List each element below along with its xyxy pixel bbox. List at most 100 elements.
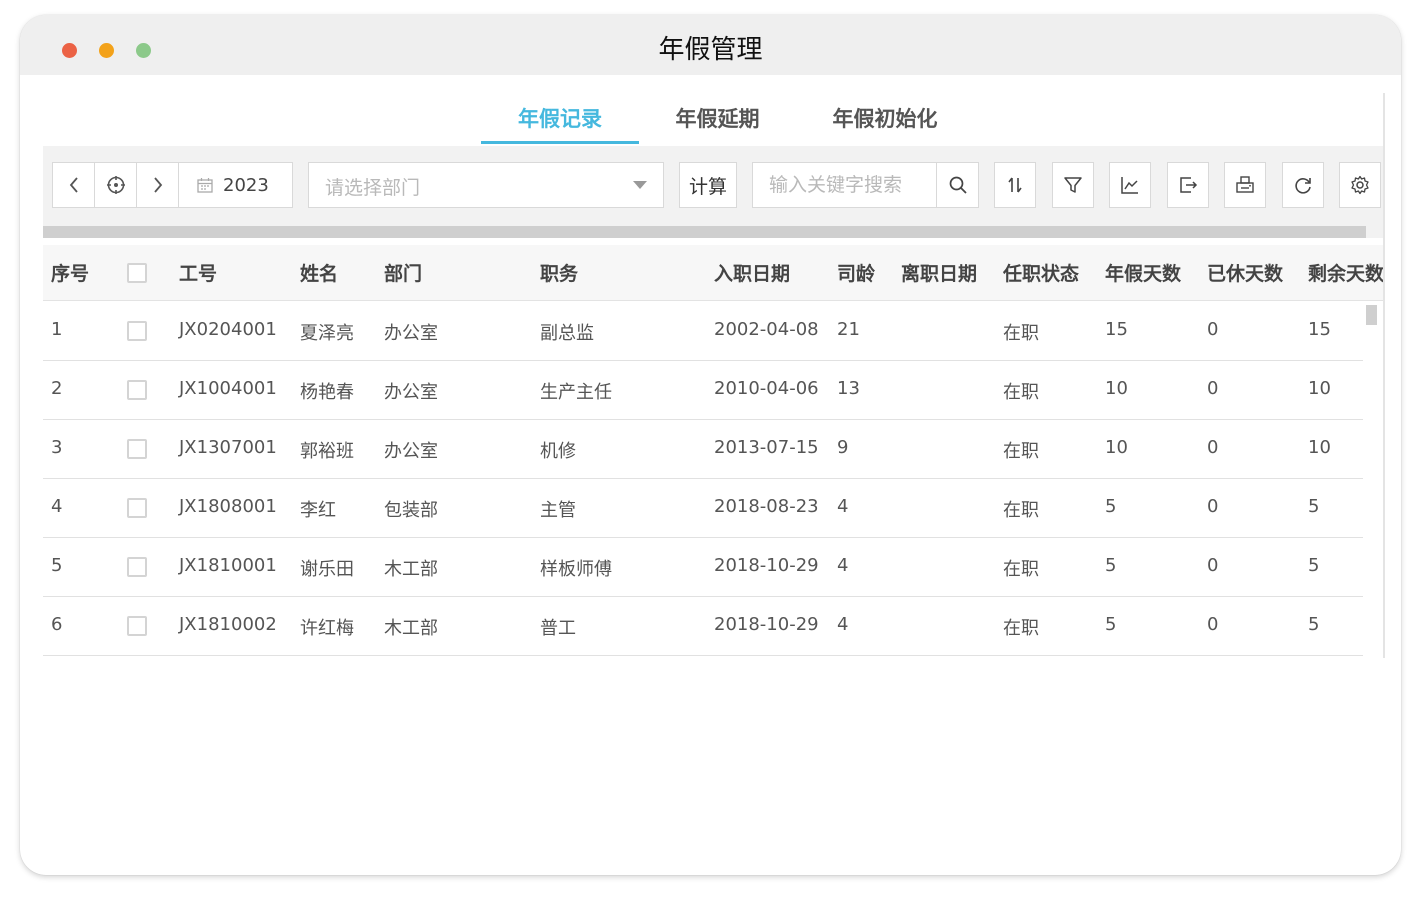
right-divider [1383,93,1385,658]
cell-index: 6 [51,614,63,635]
col-dept[interactable]: 部门 [384,259,422,286]
cell-remaining-days: 15 [1308,319,1331,340]
next-year-button[interactable] [137,163,179,207]
filter-button[interactable] [1052,162,1094,208]
refresh-button[interactable] [1282,162,1324,208]
horizontal-scrollbar[interactable] [43,226,1366,238]
active-tab-indicator [481,141,639,144]
cell-position: 机修 [540,441,576,462]
cell-used-days: 0 [1207,614,1219,635]
calculate-button[interactable]: 计算 [679,162,737,208]
caret-down-icon [633,181,647,189]
table-row[interactable]: 5 JX1810001 谢乐田 木工部 样板师傅 2018-10-29 4 在职… [43,538,1363,597]
col-position[interactable]: 职务 [540,259,578,286]
col-leave-date[interactable]: 离职日期 [901,259,977,286]
search-button[interactable] [936,163,978,207]
cell-name: 李红 [300,500,336,521]
cell-used-days: 0 [1207,496,1219,517]
filter-icon [1064,177,1082,193]
col-emp-id[interactable]: 工号 [179,259,217,286]
cell-dept: 办公室 [384,441,438,462]
col-status[interactable]: 任职状态 [1003,259,1079,286]
sort-button[interactable] [994,162,1036,208]
col-used-days[interactable]: 已休天数 [1207,259,1283,286]
col-hire-date[interactable]: 入职日期 [714,259,790,286]
cell-emp-id: JX1808001 [179,496,277,517]
cell-seniority: 4 [837,614,849,635]
cell-index: 3 [51,437,63,458]
table-row[interactable]: 4 JX1808001 李红 包装部 主管 2018-08-23 4 在职 5 … [43,479,1363,538]
cell-seniority: 13 [837,378,860,399]
chart-button[interactable] [1109,162,1151,208]
cell-annual-days: 5 [1105,614,1117,635]
year-navigator: 2023 [52,162,293,208]
cell-position: 样板师傅 [540,559,612,580]
cell-name: 许红梅 [300,618,354,639]
tab-annual-leave-records[interactable]: 年假记录 [481,103,639,145]
cell-index: 2 [51,378,63,399]
col-index[interactable]: 序号 [51,259,89,286]
cell-emp-id: JX1004001 [179,378,277,399]
cell-emp-id: JX1810002 [179,614,277,635]
tab-annual-leave-init[interactable]: 年假初始化 [815,103,955,145]
cell-annual-days: 15 [1105,319,1128,340]
cell-seniority: 9 [837,437,849,458]
cell-status: 在职 [1003,500,1039,521]
current-year-button[interactable] [95,163,137,207]
cell-emp-id: JX1307001 [179,437,277,458]
search-icon [949,176,967,194]
row-checkbox[interactable] [127,380,147,400]
cell-status: 在职 [1003,382,1039,403]
cell-index: 1 [51,319,63,340]
print-icon [1236,176,1254,193]
cell-remaining-days: 5 [1308,555,1320,576]
refresh-icon [1295,178,1311,194]
cell-used-days: 0 [1207,555,1219,576]
cell-index: 5 [51,555,63,576]
col-remaining-days[interactable]: 剩余天数 [1308,259,1384,286]
cell-status: 在职 [1003,441,1039,462]
cell-emp-id: JX0204001 [179,319,277,340]
cell-remaining-days: 5 [1308,496,1320,517]
tab-annual-leave-extension[interactable]: 年假延期 [640,103,795,145]
search-box [752,162,979,208]
print-button[interactable] [1224,162,1266,208]
cell-position: 主管 [540,500,576,521]
vertical-scrollbar-thumb[interactable] [1366,305,1377,325]
cell-emp-id: JX1810001 [179,555,277,576]
cell-hire-date: 2018-08-23 [714,496,819,517]
row-checkbox[interactable] [127,616,147,636]
table-header: 序号 工号 姓名 部门 职务 入职日期 司龄 离职日期 任职状态 年假天数 已休… [43,245,1384,301]
cell-hire-date: 2018-10-29 [714,614,819,635]
prev-year-button[interactable] [53,163,95,207]
select-all-checkbox[interactable] [127,263,147,283]
table-row[interactable]: 6 JX1810002 许红梅 木工部 普工 2018-10-29 4 在职 5… [43,597,1363,656]
row-checkbox[interactable] [127,439,147,459]
row-checkbox[interactable] [127,321,147,341]
col-name[interactable]: 姓名 [300,259,338,286]
app-window: 年假管理 年假记录 年假延期 年假初始化 2023 请选择部门 计算 输入关键字… [20,15,1401,875]
col-annual-days[interactable]: 年假天数 [1105,259,1181,286]
cell-remaining-days: 10 [1308,378,1331,399]
col-seniority[interactable]: 司龄 [837,259,875,286]
cell-annual-days: 10 [1105,437,1128,458]
export-button[interactable] [1167,162,1209,208]
cell-remaining-days: 10 [1308,437,1331,458]
row-checkbox[interactable] [127,557,147,577]
chevron-right-icon [153,177,162,193]
search-input[interactable] [753,163,936,207]
cell-hire-date: 2002-04-08 [714,319,819,340]
cell-name: 郭裕班 [300,441,354,462]
department-select[interactable]: 请选择部门 [308,162,664,208]
table-row[interactable]: 2 JX1004001 杨艳春 办公室 生产主任 2010-04-06 13 在… [43,361,1363,420]
cell-position: 生产主任 [540,382,612,403]
year-picker[interactable]: 2023 [181,163,292,207]
department-placeholder: 请选择部门 [325,177,421,199]
settings-button[interactable] [1339,162,1381,208]
cell-annual-days: 5 [1105,496,1117,517]
crosshair-icon [106,176,125,194]
row-checkbox[interactable] [127,498,147,518]
table-row[interactable]: 1 JX0204001 夏泽亮 办公室 副总监 2002-04-08 21 在职… [43,302,1363,361]
window-title: 年假管理 [658,35,763,65]
table-row[interactable]: 3 JX1307001 郭裕班 办公室 机修 2013-07-15 9 在职 1… [43,420,1363,479]
